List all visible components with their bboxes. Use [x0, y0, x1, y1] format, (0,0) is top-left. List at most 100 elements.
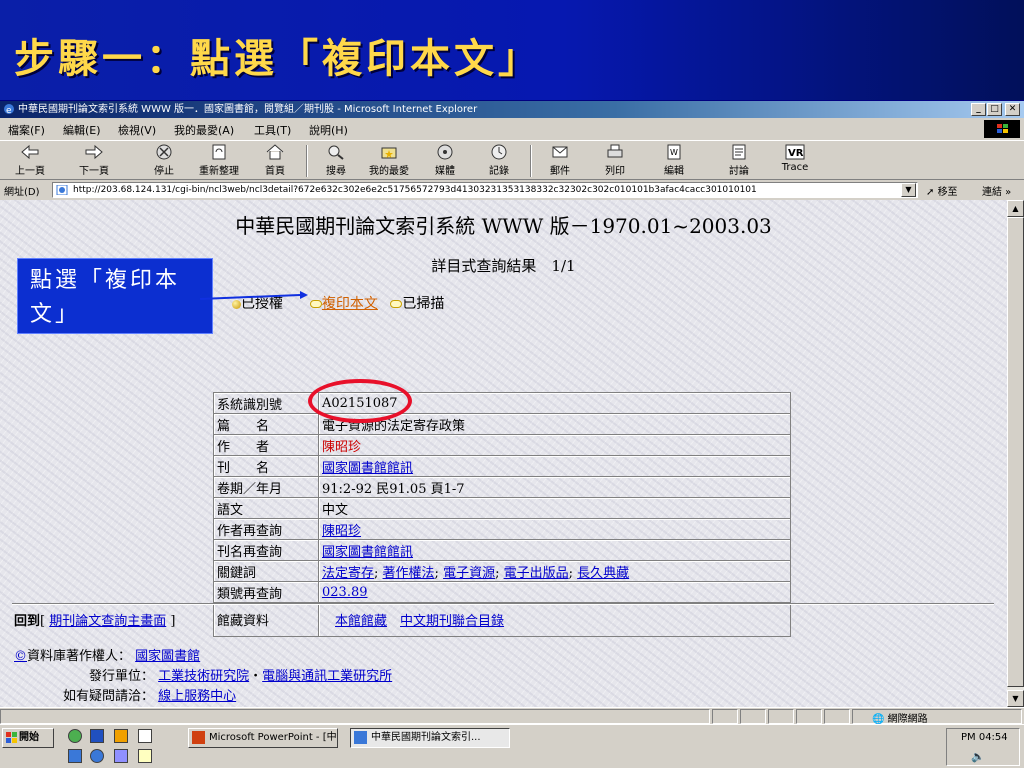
table-row: 關鍵詞 法定寄存; 著作權法; 電子資源; 電子出版品; 長久典藏 [213, 560, 791, 582]
windows-start-icon [6, 732, 17, 743]
system-tray: PM 04:54 🔈 [946, 728, 1020, 766]
taskbar-powerpoint[interactable]: Microsoft PowerPoint - [中 [188, 728, 338, 748]
copyright-icon: © [14, 649, 27, 664]
author-search-link[interactable]: 陳昭珍 [322, 524, 361, 539]
scanned-pill-icon [390, 300, 403, 308]
itri-link[interactable]: 工業技術研究院 [158, 669, 249, 684]
menu-file[interactable]: 檔案(F) [8, 122, 45, 138]
mail-icon [552, 146, 568, 158]
page-heading: 中華民國期刊論文索引系統 WWW 版－1970.01~2003.03 [235, 214, 772, 238]
menu-bar: 檔案(F) 編輯(E) 檢視(V) 我的最愛(A) 工具(T) 說明(H) [0, 119, 1024, 139]
minimize-button[interactable]: _ [971, 103, 986, 116]
keyword-link[interactable]: 法定寄存 [322, 566, 374, 581]
journal-link[interactable]: 國家圖書館館訊 [322, 461, 413, 476]
copy-text-link[interactable]: 複印本文 [322, 296, 378, 312]
journal-search-link[interactable]: 國家圖書館館訊 [322, 545, 413, 560]
trace-button[interactable]: VR Trace [778, 143, 812, 179]
volume-icon[interactable]: 🔈 [971, 750, 985, 763]
edit-button[interactable]: W 編輯 [656, 143, 692, 179]
address-input[interactable]: http://203.68.124.131/cgi-bin/ncl3web/nc… [52, 182, 918, 198]
toolbar-separator [306, 145, 308, 177]
holdings-link[interactable]: 本館館藏 [335, 614, 387, 629]
page-icon [56, 185, 68, 195]
keyword-link[interactable]: 長久典藏 [577, 566, 629, 581]
address-url: http://203.68.124.131/cgi-bin/ncl3web/nc… [73, 185, 757, 195]
close-button[interactable]: ✕ [1005, 103, 1020, 116]
outlook-icon[interactable] [114, 749, 128, 763]
ie-icon [354, 731, 367, 744]
taskbar-ie-window[interactable]: 中華民國期刊論文索引... [350, 728, 510, 748]
ie-browser-icon[interactable] [90, 749, 104, 763]
table-row: 刊名再查詢 國家圖書館館訊 [213, 539, 791, 561]
menu-help[interactable]: 說明(H) [309, 122, 348, 138]
scroll-down-button[interactable]: ▼ [1007, 690, 1024, 707]
mail-button[interactable]: 郵件 [540, 143, 580, 179]
status-pane [768, 709, 794, 724]
slide-title: 步驟一：點選「複印本文」 [14, 35, 542, 82]
row-label: 刊名再查詢 [213, 539, 319, 561]
media-player-icon[interactable] [114, 729, 128, 743]
keyword-link[interactable]: 電子資源 [443, 566, 495, 581]
keyword-link[interactable]: 電子出版品 [504, 566, 569, 581]
menu-tools[interactable]: 工具(T) [254, 122, 291, 138]
standard-toolbar: 上一頁 下一頁 停止 重新整理 首頁 搜尋 我的最愛 媒體 記錄 郵件 列印 W… [0, 140, 1024, 180]
history-button[interactable]: 記錄 [484, 143, 514, 179]
address-bar: 網址(D) http://203.68.124.131/cgi-bin/ncl3… [0, 181, 1024, 199]
menu-favorites[interactable]: 我的最愛(A) [174, 122, 234, 138]
table-row: 語文 中文 [213, 497, 791, 519]
go-button[interactable]: ➚ 移至 [926, 183, 958, 198]
window-title: 中華民國期刊論文索引系統 WWW 版一．國家圖書館，閱覽組／期刊股 - Micr… [18, 104, 478, 115]
forward-button[interactable]: 下一頁 [72, 143, 116, 179]
table-row: 作 者陳昭珍 [213, 434, 791, 456]
search-icon[interactable] [138, 729, 152, 743]
notepad-icon[interactable] [138, 749, 152, 763]
svg-text:W: W [670, 148, 678, 157]
table-row: 卷期／年月 91:2-92 民91.05 頁1-7 [213, 476, 791, 498]
word-icon[interactable] [90, 729, 104, 743]
history-icon [491, 144, 507, 160]
links-button[interactable]: 連結 » [982, 183, 1011, 198]
discuss-button[interactable]: 討論 [724, 143, 754, 179]
keyword-link[interactable]: 著作權法 [383, 566, 435, 581]
detail-table: 系統識別號 A02151087 篇 名電子資源的法定寄存政策 作 者陳昭珍 刊 名… [213, 392, 791, 637]
back-button[interactable]: 上一頁 [8, 143, 52, 179]
start-button[interactable]: 開始 [2, 728, 54, 748]
menu-view[interactable]: 檢視(V) [118, 122, 156, 138]
row-label: 關鍵詞 [213, 560, 319, 582]
ccl-link[interactable]: 電腦與通訊工業研究所 [262, 669, 392, 684]
scroll-thumb[interactable] [1007, 217, 1024, 687]
online-service-link[interactable]: 線上服務中心 [158, 689, 236, 704]
address-dropdown-button[interactable]: ▼ [901, 183, 916, 197]
quicklaunch-icon[interactable] [68, 729, 82, 743]
instruction-callout: 點選「複印本文」 [17, 258, 213, 334]
row-label: 語文 [213, 497, 319, 519]
main-query-link[interactable]: 期刊論文查詢主畫面 [49, 614, 166, 629]
favorites-button[interactable]: 我的最愛 [364, 143, 414, 179]
ie-icon[interactable] [68, 749, 82, 763]
window-titlebar[interactable]: e 中華民國期刊論文索引系統 WWW 版一．國家圖書館，閱覽組／期刊股 - Mi… [0, 101, 1024, 118]
print-button[interactable]: 列印 [600, 143, 630, 179]
home-button[interactable]: 首頁 [260, 143, 290, 179]
maximize-button[interactable]: □ [987, 103, 1002, 116]
search-button[interactable]: 搜尋 [318, 143, 354, 179]
discuss-icon [732, 144, 746, 160]
copyright-label: 資料庫著作權人： [27, 649, 132, 664]
row-label: 篇 名 [213, 413, 319, 435]
copyright-link[interactable]: 國家圖書館 [135, 649, 200, 664]
vertical-scrollbar[interactable]: ▲ ▼ [1007, 200, 1024, 707]
callout-arrow-icon [200, 291, 308, 300]
publisher-label: 發行單位： [88, 669, 154, 684]
footer: ©資料庫著作權人： 國家圖書館 發行單位： 工業技術研究院・電腦與通訊工業研究所… [14, 647, 392, 707]
menu-edit[interactable]: 編輯(E) [63, 122, 101, 138]
scroll-up-button[interactable]: ▲ [1007, 200, 1024, 217]
stop-button[interactable]: 停止 [146, 143, 182, 179]
union-catalog-link[interactable]: 中文期刊聯合目錄 [400, 614, 504, 629]
class-number-link[interactable]: 023.89 [322, 585, 368, 600]
divider [12, 603, 994, 605]
media-button[interactable]: 媒體 [430, 143, 460, 179]
refresh-button[interactable]: 重新整理 [194, 143, 244, 179]
status-pane [824, 709, 850, 724]
clock[interactable]: PM 04:54 [961, 732, 1008, 743]
printer-icon [607, 144, 623, 158]
search-icon [328, 145, 344, 160]
